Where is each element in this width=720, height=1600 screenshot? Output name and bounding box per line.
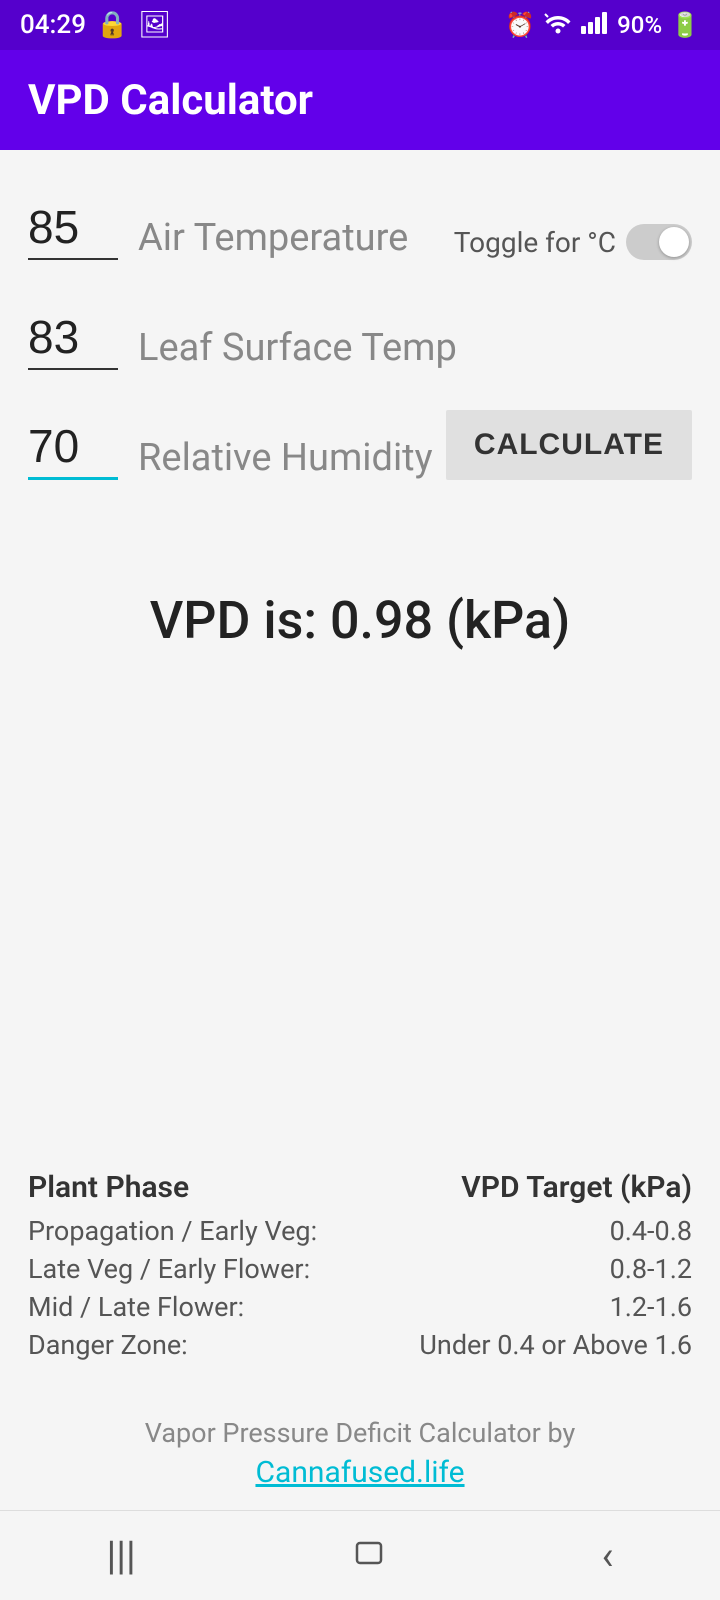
signal-icon: [581, 10, 609, 40]
humidity-input[interactable]: [28, 419, 118, 473]
phase-label-3: Danger Zone:: [28, 1329, 188, 1361]
back-icon[interactable]: ‹: [602, 1532, 614, 1579]
vpd-target-header: VPD Target (kPa): [461, 1170, 692, 1205]
leaf-temp-input-wrap[interactable]: [28, 310, 118, 370]
target-value-2: 1.2-1.6: [610, 1291, 692, 1323]
table-header-row: Plant Phase VPD Target (kPa): [28, 1170, 692, 1205]
table-row: Danger Zone: Under 0.4 or Above 1.6: [28, 1329, 692, 1361]
toggle-label: Toggle for °C: [454, 226, 616, 259]
leaf-temp-row: Leaf Surface Temp: [28, 290, 692, 370]
home-icon[interactable]: [349, 1531, 389, 1581]
image-icon: 🖼: [138, 10, 171, 40]
phase-label-2: Mid / Late Flower:: [28, 1291, 244, 1323]
footer-link[interactable]: Cannafused.life: [28, 1455, 692, 1490]
app-title: VPD Calculator: [28, 76, 313, 125]
battery-display: 90%: [617, 11, 662, 39]
lock-icon: 🔒: [96, 10, 128, 40]
humidity-label: Relative Humidity: [138, 436, 446, 480]
air-temp-input-wrap[interactable]: [28, 200, 118, 260]
leaf-temp-input[interactable]: [28, 310, 118, 364]
leaf-temp-label: Leaf Surface Temp: [138, 326, 692, 370]
phase-label-1: Late Veg / Early Flower:: [28, 1253, 310, 1285]
table-row: Mid / Late Flower: 1.2-1.6: [28, 1291, 692, 1323]
result-section: VPD is: 0.98 (kPa): [28, 510, 692, 711]
time-display: 04:29: [20, 10, 86, 40]
app-bar: VPD Calculator: [0, 50, 720, 150]
status-right: ⏰ 90% 🔋: [505, 10, 700, 40]
target-value-0: 0.4-0.8: [610, 1215, 692, 1247]
humidity-row: Relative Humidity CALCULATE: [28, 400, 692, 480]
phase-label-0: Propagation / Early Veg:: [28, 1215, 317, 1247]
status-bar: 04:29 🔒 🖼 ⏰ 90% 🔋: [0, 0, 720, 50]
battery-icon: 🔋: [670, 11, 700, 39]
humidity-input-wrap[interactable]: [28, 419, 118, 480]
air-temp-label: Air Temperature: [138, 216, 454, 260]
wifi-icon: [543, 10, 573, 40]
main-content: Air Temperature Toggle for °C Leaf Surfa…: [0, 150, 720, 1090]
calculate-button[interactable]: CALCULATE: [446, 410, 692, 480]
toggle-wrap: Toggle for °C: [454, 224, 692, 260]
status-left: 04:29 🔒 🖼: [20, 10, 171, 40]
plant-phase-header: Plant Phase: [28, 1170, 189, 1205]
table-row: Propagation / Early Veg: 0.4-0.8: [28, 1215, 692, 1247]
recent-apps-icon[interactable]: |||: [106, 1532, 135, 1579]
plant-phase-table: Plant Phase VPD Target (kPa) Propagation…: [0, 1170, 720, 1367]
footer-text: Vapor Pressure Deficit Calculator by: [145, 1417, 576, 1449]
target-value-1: 0.8-1.2: [610, 1253, 692, 1285]
air-temp-row: Air Temperature Toggle for °C: [28, 180, 692, 260]
table-row: Late Veg / Early Flower: 0.8-1.2: [28, 1253, 692, 1285]
nav-bar: ||| ‹: [0, 1510, 720, 1600]
air-temp-input[interactable]: [28, 200, 118, 254]
alarm-icon: ⏰: [505, 11, 535, 39]
target-value-3: Under 0.4 or Above 1.6: [419, 1329, 692, 1361]
vpd-result: VPD is: 0.98 (kPa): [150, 590, 571, 651]
footer: Vapor Pressure Deficit Calculator by Can…: [0, 1417, 720, 1510]
celsius-toggle[interactable]: [626, 224, 692, 260]
